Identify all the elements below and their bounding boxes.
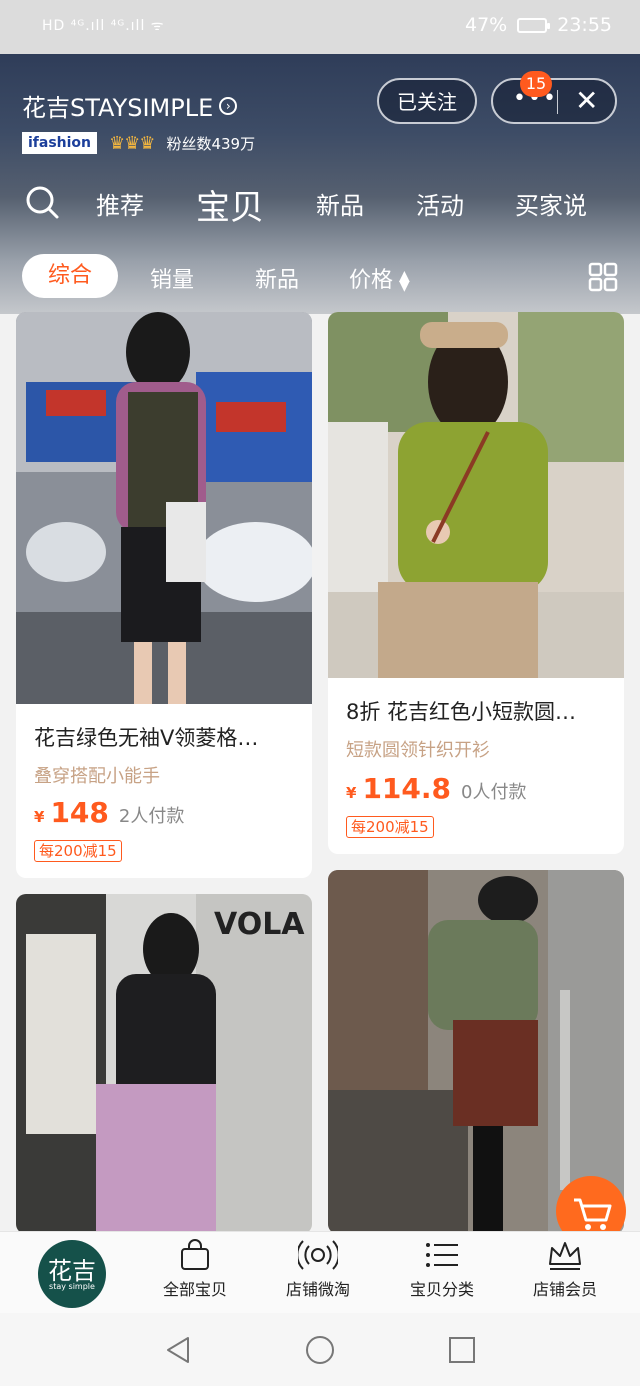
nav-shop-feed[interactable]: 店铺微淘: [268, 1238, 368, 1300]
product-image[interactable]: VOLA: [16, 894, 312, 1234]
clock: 23:55: [557, 14, 612, 36]
shop-bottom-nav: 花吉 stay simple 全部宝贝 店铺微淘 宝贝分类 店铺会员: [0, 1231, 640, 1314]
follow-button[interactable]: 已关注: [377, 78, 477, 124]
shop-logo[interactable]: 花吉 stay simple: [38, 1240, 106, 1308]
promo-badge: 每200减15: [34, 840, 122, 862]
filter-price-label: 价格: [349, 268, 394, 293]
paid-count: 2人付款: [118, 806, 185, 827]
filter-new[interactable]: 新品: [255, 262, 299, 294]
promo-badge: 每200减15: [346, 816, 434, 838]
paid-count: 0人付款: [461, 782, 527, 803]
price-value: 114.8: [362, 772, 452, 805]
product-image[interactable]: [16, 312, 312, 704]
tab-new[interactable]: 新品: [316, 186, 364, 221]
capsule-divider: [557, 90, 558, 114]
back-icon[interactable]: [164, 1335, 192, 1365]
nav-label: 宝贝分类: [409, 1280, 474, 1299]
nav-label: 店铺会员: [532, 1280, 597, 1299]
crown-icon: [549, 1242, 581, 1270]
product-title[interactable]: 8折 花吉红色小短款圆…: [346, 696, 608, 726]
home-icon[interactable]: [305, 1335, 335, 1365]
crown-rating-icon: ♛♛♛: [109, 132, 155, 154]
recent-apps-icon[interactable]: [448, 1336, 476, 1364]
notification-badge: 15: [520, 71, 552, 97]
fans-count: 粉丝数439万: [166, 134, 256, 153]
product-price: ¥ 148 2人付款: [34, 796, 184, 829]
battery-percent: 47%: [465, 14, 508, 36]
chevron-right-icon: ›: [219, 96, 238, 115]
product-card[interactable]: 花吉绿色无袖V领菱格… 叠穿搭配小能手 ¥ 148 2人付款 每200减15: [16, 312, 312, 878]
tab-buyer-reviews[interactable]: 买家说: [515, 186, 587, 221]
ifashion-badge: ifashion: [22, 132, 98, 154]
price-value: 148: [50, 796, 109, 829]
nav-categories[interactable]: 宝贝分类: [392, 1238, 492, 1300]
status-bar: HD ⁴ᴳ.ıll ⁴ᴳ.ıll ᯤ 47% 23:55: [0, 0, 640, 54]
status-right: 47% 23:55: [465, 14, 612, 36]
battery-icon: [517, 17, 551, 33]
product-subtitle: 短款圆领针织开衫: [346, 740, 490, 761]
shop-nav-tabs: 推荐 宝贝 新品 活动 买家说: [0, 178, 640, 234]
product-price: ¥ 114.8 0人付款: [346, 772, 526, 805]
logo-text: 花吉: [48, 1257, 96, 1285]
filter-sales[interactable]: 销量: [150, 262, 194, 294]
shop-name-link[interactable]: 花吉STAYSIMPLE ›: [22, 88, 238, 123]
shop-badges: ifashion ♛♛♛ 粉丝数439万: [22, 132, 255, 154]
product-title[interactable]: 花吉绿色无袖V领菱格…: [34, 722, 296, 752]
tab-recommend[interactable]: 推荐: [96, 186, 144, 221]
tab-activity[interactable]: 活动: [416, 186, 464, 221]
filter-price[interactable]: 价格 ▲ ▼: [349, 262, 410, 294]
nav-label: 店铺微淘: [285, 1280, 350, 1299]
sort-icon: ▲ ▼: [399, 268, 410, 294]
product-card[interactable]: VOLA: [16, 894, 312, 1234]
system-nav-bar: [0, 1313, 640, 1386]
tab-products[interactable]: 宝贝: [196, 180, 264, 229]
currency-symbol: ¥: [34, 808, 45, 826]
shopping-bag-icon: [181, 1239, 209, 1270]
logo-subtext: stay simple: [49, 1282, 95, 1291]
product-subtitle: 叠穿搭配小能手: [34, 766, 160, 787]
nav-membership[interactable]: 店铺会员: [515, 1238, 615, 1300]
list-icon: [426, 1243, 458, 1267]
signal-icons: HD ⁴ᴳ.ıll ⁴ᴳ.ıll ᯤ: [42, 18, 165, 34]
filter-bar: 综合 销量 新品 价格 ▲ ▼: [0, 254, 640, 300]
filter-comprehensive[interactable]: 综合: [22, 254, 118, 298]
broadcast-icon: [298, 1240, 338, 1270]
more-close-capsule: ••• ✕: [491, 78, 617, 124]
search-icon[interactable]: [24, 184, 60, 220]
shop-name: 花吉STAYSIMPLE: [22, 94, 214, 122]
nav-label: 全部宝贝: [162, 1280, 227, 1299]
nav-all-products[interactable]: 全部宝贝: [145, 1238, 245, 1300]
currency-symbol: ¥: [346, 784, 357, 802]
close-icon[interactable]: ✕: [575, 84, 598, 117]
svg-text:VOLA: VOLA: [214, 907, 305, 942]
grid-view-icon[interactable]: [588, 262, 618, 292]
product-image[interactable]: [328, 312, 624, 678]
product-card[interactable]: 8折 花吉红色小短款圆… 短款圆领针织开衫 ¥ 114.8 0人付款 每200减…: [328, 312, 624, 854]
